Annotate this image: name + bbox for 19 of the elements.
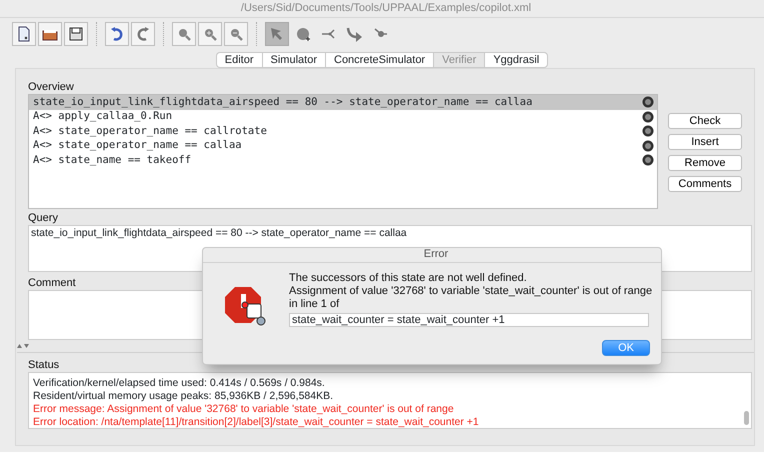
query-text: state_io_input_link_flightdata_airspeed == 80 --> state_operator_name == callaa	[33, 96, 532, 109]
query-text: A<> state_operator_name == callrotate	[33, 124, 267, 138]
message-text: The successors of this state are not well defined.	[289, 272, 528, 285]
window-title: /Users/Sid/Documents/Tools/UPPAAL/Examples/copilot.xml	[240, 2, 532, 16]
dialog-title: Error	[422, 248, 450, 262]
section-label: Status	[28, 358, 60, 372]
section-label: Comment	[28, 277, 76, 290]
section-label: Overview	[28, 81, 74, 94]
message-text: in line 1 of	[289, 298, 340, 311]
query-text: A<> state_name == takeoff	[33, 154, 192, 167]
query-text: state_io_input_link_flightdata_airspeed == 80 --> state_operator_name == callaa	[31, 226, 407, 239]
status-line: Resident/virtual memory usage peaks: 85,936KB / 2,596,584KB.	[33, 390, 334, 402]
query-text: A<> apply_callaa_0.Run	[33, 110, 172, 124]
status-line: Verification/kernel/elapsed time used: 0.414s / 0.569s / 0.984s.	[33, 376, 326, 390]
error-line: Error location: /nta/template[11]/transition[2]/label[3]/state_wait_counter = state_wait_counter +1	[33, 416, 480, 428]
query-text: A<> state_operator_name == callaa	[33, 139, 242, 152]
message-text: Assignment of value '32768' to variable 'state_wait_counter' is out of range	[289, 285, 652, 298]
section-label: Query	[28, 212, 58, 225]
error-line: Error message: Assignment of value '32768' to variable 'state_wait_counter' is out of range	[33, 402, 455, 416]
